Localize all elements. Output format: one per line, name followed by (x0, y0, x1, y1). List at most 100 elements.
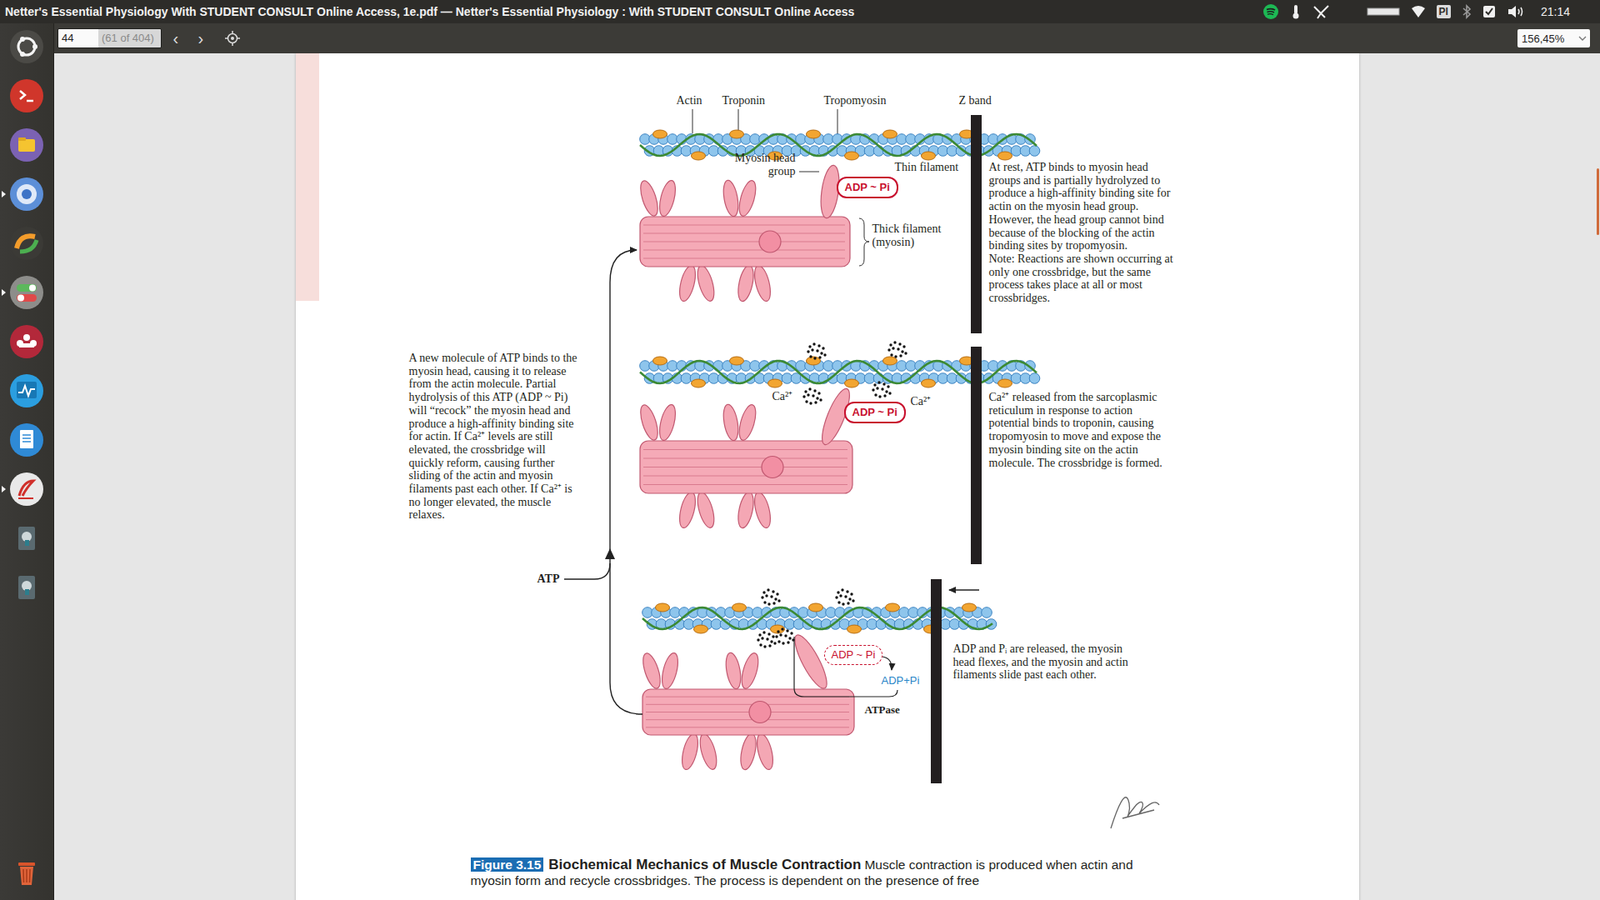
z-band (930, 579, 942, 784)
myosin-head (735, 490, 756, 530)
launcher-item[interactable] (0, 421, 55, 459)
locate-icon[interactable] (225, 30, 240, 46)
page-number-field[interactable]: 44 (58, 29, 99, 48)
ubuntu-dash-icon[interactable] (8, 28, 45, 65)
next-page-button[interactable]: › (190, 29, 212, 49)
troponin (844, 379, 859, 388)
files-icon[interactable] (8, 126, 45, 164)
page-count: (61 of 404) (98, 29, 161, 48)
calcium-label: Ca²⁺ (772, 390, 794, 404)
bird-icon[interactable] (1312, 3, 1331, 20)
crossbridge-panel (636, 340, 1040, 565)
pdf-reader-icon[interactable] (8, 470, 45, 508)
troponin (920, 379, 935, 388)
launcher-item[interactable] (0, 274, 55, 311)
thermometer-icon[interactable] (1290, 3, 1302, 20)
myosin-head (694, 264, 718, 304)
troponin (731, 603, 746, 612)
crossbridge-panel (636, 115, 1040, 334)
keyboard-layout-indicator[interactable]: Pl (1436, 5, 1451, 19)
adp-pi-complex: ADP ~ Pi (844, 401, 906, 424)
document-icon[interactable] (8, 421, 45, 459)
launcher-item[interactable] (0, 126, 55, 164)
troponin (808, 603, 823, 612)
z-band (970, 115, 982, 334)
troponin (885, 603, 900, 612)
launcher-item[interactable] (0, 569, 55, 606)
actin-bead (980, 607, 992, 619)
battery-icon[interactable] (1366, 6, 1400, 17)
myosin-head (694, 490, 718, 530)
window-title: Netter's Essential Physiology With STUDE… (0, 5, 855, 19)
panel-description: At rest, ATP binds to myosin headgroups … (989, 160, 1174, 305)
volume-icon[interactable] (1506, 4, 1525, 20)
launcher-item[interactable] (0, 28, 55, 65)
app-window-icon[interactable] (8, 569, 45, 606)
figure-number: Figure 3.15 (470, 857, 545, 872)
myosin-head (636, 403, 661, 443)
calcium-ions (756, 588, 855, 648)
myosin-head-label: Myosin headgroup (712, 151, 796, 179)
troponin (770, 625, 785, 634)
troponin-label: Troponin (722, 94, 766, 108)
dropdown-arrow-icon (1578, 35, 1587, 42)
running-indicator-icon (1, 289, 6, 296)
launcher-item[interactable] (0, 175, 55, 213)
system-tray: Pl 21:14 (1262, 3, 1570, 20)
adp-pi-complex: ADP ~ Pi (836, 176, 899, 199)
spotify-icon[interactable] (1262, 3, 1280, 20)
myosin-head (737, 732, 759, 771)
troponin (729, 356, 744, 365)
mendeley-icon[interactable] (8, 323, 45, 360)
troponin (882, 356, 897, 365)
launcher-item[interactable] (0, 520, 55, 557)
troponin (652, 130, 667, 139)
terminal-icon[interactable] (8, 77, 45, 115)
troponin (805, 130, 820, 139)
calcium-label: Ca²⁺ (910, 395, 932, 409)
thick-filament (636, 164, 850, 303)
launcher-item[interactable] (0, 323, 55, 360)
toolbar: 44(61 of 404)‹› 156,45% (54, 23, 1600, 54)
rstudio-icon[interactable] (8, 225, 45, 262)
myosin-head (750, 264, 773, 304)
running-indicator-icon (1, 485, 6, 493)
scroll-indicator[interactable] (1596, 168, 1600, 235)
browser-icon[interactable] (8, 175, 45, 213)
myosin-head (738, 651, 762, 691)
z-band (970, 346, 982, 565)
launcher-item[interactable] (0, 77, 55, 115)
system-monitor-icon[interactable] (8, 372, 45, 410)
launcher-item[interactable] (0, 372, 55, 410)
settings-toggle-icon[interactable] (8, 274, 45, 311)
launcher-item[interactable] (0, 470, 55, 508)
enzyme-label: ATPase (865, 703, 900, 717)
launcher-item[interactable] (0, 225, 55, 262)
app-window-icon[interactable] (8, 520, 45, 557)
adp-pi-complex: ADP ~ Pi (824, 645, 884, 665)
myosin-head (655, 179, 678, 219)
atpase-bracket (794, 636, 898, 697)
launcher (0, 23, 55, 900)
troponin (997, 151, 1012, 160)
myosin-head (735, 179, 760, 219)
cycle-arrow (610, 250, 643, 715)
trash-icon[interactable] (8, 855, 45, 892)
cycle-description: A new molecule of ATP binds to themyosin… (409, 351, 578, 522)
launcher-item[interactable] (0, 855, 55, 892)
troponin (844, 151, 859, 160)
desktop: Netter's Essential Physiology With STUDE… (0, 0, 1600, 900)
calcium-ions (802, 340, 907, 405)
updates-check-icon[interactable] (1482, 5, 1496, 19)
previous-page-button[interactable]: ‹ (165, 29, 187, 49)
myosin-head (696, 732, 720, 772)
myosin-head (675, 490, 698, 530)
bluetooth-icon[interactable] (1461, 4, 1472, 20)
myosin-head (753, 732, 775, 772)
wifi-icon[interactable] (1410, 5, 1426, 19)
clock[interactable]: 21:14 (1540, 5, 1570, 19)
troponin (690, 151, 705, 160)
myosin-head (675, 264, 698, 304)
zoom-selector[interactable]: 156,45% (1517, 29, 1590, 48)
myosin-head (735, 403, 760, 443)
